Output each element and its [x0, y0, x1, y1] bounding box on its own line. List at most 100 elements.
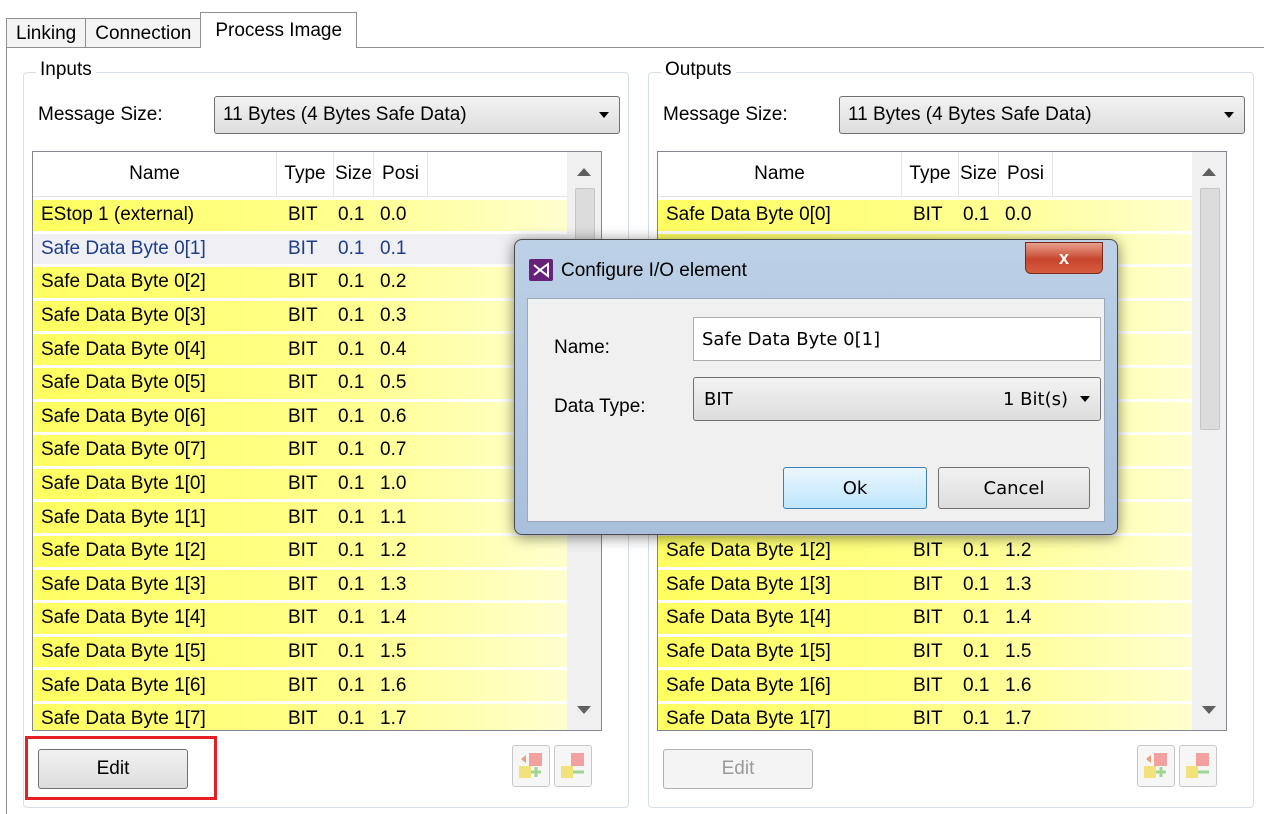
cell-type: BIT	[288, 204, 318, 226]
cell-position: 1.4	[1005, 607, 1032, 629]
table-row[interactable]: Safe Data Byte 0[0] BIT 0.1 0.0	[658, 200, 1194, 231]
table-row[interactable]: Safe Data Byte 0[1] BIT 0.1 0.1	[33, 233, 569, 265]
cell-type: BIT	[288, 271, 318, 293]
column-header-position[interactable]: Posi	[374, 152, 428, 196]
table-row[interactable]: EStop 1 (external) BIT 0.1 0.0	[33, 200, 569, 231]
cell-position: 1.4	[380, 607, 407, 629]
scroll-thumb[interactable]	[1200, 188, 1220, 430]
table-row[interactable]: Safe Data Byte 0[6] BIT 0.1 0.6	[33, 401, 569, 433]
scroll-up-icon[interactable]	[577, 168, 591, 176]
pane-border	[6, 47, 7, 814]
table-row[interactable]: Safe Data Byte 1[7] BIT 0.1 1.7	[658, 703, 1194, 730]
add-element-icon	[1144, 753, 1167, 778]
table-row[interactable]: Safe Data Byte 0[7] BIT 0.1 0.7	[33, 435, 569, 466]
cell-position: 1.2	[380, 540, 407, 562]
cell-name: Safe Data Byte 1[5]	[666, 641, 831, 663]
add-element-icon	[519, 753, 542, 778]
cell-position: 0.4	[380, 338, 407, 360]
table-row[interactable]: Safe Data Byte 1[4] BIT 0.1 1.4	[658, 603, 1194, 634]
table-row[interactable]: Safe Data Byte 0[4] BIT 0.1 0.4	[33, 334, 569, 365]
outputs-edit-button[interactable]: Edit	[663, 749, 813, 789]
cell-name: EStop 1 (external)	[41, 204, 195, 226]
table-row[interactable]: Safe Data Byte 0[5] BIT 0.1 0.5	[33, 367, 569, 399]
close-icon: x	[1058, 247, 1069, 268]
table-row[interactable]: Safe Data Byte 1[5] BIT 0.1 1.5	[658, 636, 1194, 668]
tab-process-image[interactable]: Process Image	[200, 12, 358, 48]
ok-button[interactable]: Ok	[783, 467, 927, 509]
table-row[interactable]: Safe Data Byte 1[3] BIT 0.1 1.3	[33, 569, 569, 601]
table-row[interactable]: Safe Data Byte 1[1] BIT 0.1 1.1	[33, 502, 569, 533]
scroll-up-icon[interactable]	[1202, 168, 1216, 176]
tab-divider	[6, 47, 1264, 48]
cell-size: 0.1	[338, 439, 365, 461]
cell-size: 0.1	[338, 204, 365, 226]
column-header-size[interactable]: Size	[959, 152, 999, 196]
outputs-remove-button[interactable]	[1179, 745, 1217, 787]
cell-name: Safe Data Byte 0[1]	[41, 237, 206, 259]
cell-name: Safe Data Byte 0[3]	[41, 305, 206, 327]
cell-type: BIT	[913, 204, 943, 226]
tab-connection[interactable]: Connection	[85, 18, 202, 48]
column-header-name[interactable]: Name	[33, 152, 277, 196]
cell-name: Safe Data Byte 1[2]	[41, 540, 206, 562]
cell-type: BIT	[288, 607, 318, 629]
cell-position: 1.5	[380, 641, 407, 663]
cell-type: BIT	[288, 237, 318, 259]
outputs-scrollbar[interactable]	[1192, 152, 1226, 730]
table-row[interactable]: Safe Data Byte 0[3] BIT 0.1 0.3	[33, 300, 569, 332]
cell-name: Safe Data Byte 1[2]	[666, 540, 831, 562]
table-row[interactable]: Safe Data Byte 1[7] BIT 0.1 1.7	[33, 703, 569, 730]
cell-name: Safe Data Byte 1[7]	[41, 708, 206, 730]
cell-position: 1.0	[380, 473, 407, 495]
cell-size: 0.1	[963, 204, 990, 226]
cell-position: 1.7	[1005, 708, 1032, 730]
cell-type: BIT	[913, 607, 943, 629]
table-row[interactable]: Safe Data Byte 1[2] BIT 0.1 1.2	[33, 535, 569, 567]
name-label: Name:	[554, 337, 610, 358]
column-header-name[interactable]: Name	[658, 152, 902, 196]
cancel-button[interactable]: Cancel	[938, 467, 1090, 509]
table-row[interactable]: Safe Data Byte 1[6] BIT 0.1 1.6	[33, 670, 569, 701]
close-button[interactable]: x	[1025, 242, 1103, 274]
cell-name: Safe Data Byte 0[0]	[666, 204, 831, 226]
cell-type: BIT	[913, 708, 943, 730]
table-row[interactable]: Safe Data Byte 1[0] BIT 0.1 1.0	[33, 468, 569, 500]
inputs-message-size-select[interactable]: 11 Bytes (4 Bytes Safe Data)	[214, 96, 620, 134]
inputs-list-header: Name Type Size Posi	[33, 152, 601, 197]
outputs-add-button[interactable]	[1137, 745, 1175, 787]
data-type-label: Data Type:	[554, 396, 646, 417]
name-input[interactable]: Safe Data Byte 0[1]	[693, 317, 1101, 361]
column-header-type[interactable]: Type	[277, 152, 334, 196]
cell-type: BIT	[288, 473, 318, 495]
outputs-message-size-select[interactable]: 11 Bytes (4 Bytes Safe Data)	[839, 96, 1245, 134]
column-header-position[interactable]: Posi	[999, 152, 1053, 196]
cell-position: 1.6	[1005, 674, 1032, 696]
cell-size: 0.1	[963, 607, 990, 629]
table-row[interactable]: Safe Data Byte 1[6] BIT 0.1 1.6	[658, 670, 1194, 701]
dialog-body: Name: Safe Data Byte 0[1] Data Type: BIT…	[527, 298, 1105, 522]
data-type-select[interactable]: BIT 1 Bit(s)	[693, 377, 1101, 421]
scroll-down-icon[interactable]	[1202, 706, 1216, 714]
inputs-add-button[interactable]	[512, 745, 550, 787]
column-header-size[interactable]: Size	[334, 152, 374, 196]
cell-type: BIT	[288, 573, 318, 595]
table-row[interactable]: Safe Data Byte 1[2] BIT 0.1 1.2	[658, 535, 1194, 567]
table-row[interactable]: Safe Data Byte 1[5] BIT 0.1 1.5	[33, 636, 569, 668]
visual-studio-icon	[529, 259, 553, 281]
cell-type: BIT	[288, 540, 318, 562]
remove-element-icon	[561, 753, 584, 778]
cell-name: Safe Data Byte 1[4]	[666, 607, 831, 629]
inputs-group-title: Inputs	[36, 59, 96, 81]
cell-size: 0.1	[338, 573, 365, 595]
cell-type: BIT	[913, 573, 943, 595]
cell-position: 1.7	[380, 708, 407, 730]
cell-position: 1.2	[1005, 540, 1032, 562]
table-row[interactable]: Safe Data Byte 0[2] BIT 0.1 0.2	[33, 267, 569, 298]
scroll-down-icon[interactable]	[577, 706, 591, 714]
tab-linking[interactable]: Linking	[6, 18, 87, 48]
column-header-type[interactable]: Type	[902, 152, 959, 196]
table-row[interactable]: Safe Data Byte 1[3] BIT 0.1 1.3	[658, 569, 1194, 601]
inputs-remove-button[interactable]	[554, 745, 592, 787]
inputs-message-size-row: Message Size: 11 Bytes (4 Bytes Safe Dat…	[32, 95, 620, 135]
table-row[interactable]: Safe Data Byte 1[4] BIT 0.1 1.4	[33, 603, 569, 634]
